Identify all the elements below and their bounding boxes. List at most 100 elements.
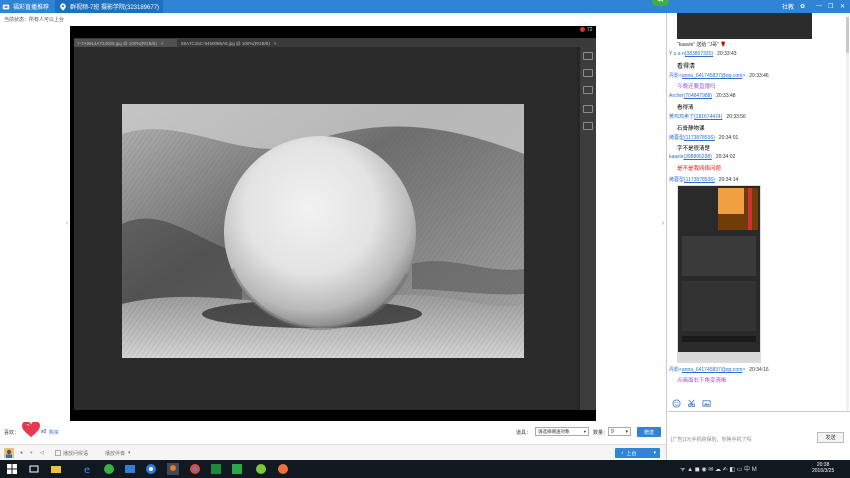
chat-screenshot-image[interactable] <box>677 185 761 363</box>
status-notice: 当前状态：所有人可以上台 <box>4 17 65 23</box>
ps-tab-close-icon[interactable]: × <box>274 41 277 46</box>
quantity-label: 数量： <box>593 430 609 436</box>
ps-brush-icon[interactable] <box>583 86 593 94</box>
tray-icons[interactable]: ᯤ ▲ ◼ ◉ ✉ ☁ ✍ ◧ ▭ 中 M <box>680 464 757 473</box>
sender-name[interactable]: 丹影< <box>669 73 682 79</box>
record-dot-icon <box>580 27 585 33</box>
ps-doc-tab[interactable]: 69A7C15C-9450086A9.jpg @ 100%(RGB/8) × <box>178 39 296 47</box>
minimize-icon[interactable]: — <box>816 1 822 11</box>
chat-message-meta: 黄鸡鸡卖了(181674474) 20:33:56 <box>669 113 746 120</box>
ps-properties-icon[interactable] <box>583 122 593 130</box>
give-gift-button[interactable]: 赠送 <box>637 427 661 437</box>
chat-scrollbar[interactable] <box>846 17 849 415</box>
send-button[interactable]: 发送 <box>817 432 844 443</box>
avatar[interactable] <box>4 448 14 458</box>
sender-id[interactable]: (704847988) <box>684 93 712 99</box>
sketch-image <box>122 104 524 358</box>
task-view-icon[interactable] <box>28 463 40 475</box>
buy-link[interactable]: 购买 <box>49 429 59 436</box>
chat-toolbar <box>667 397 850 411</box>
chat-message-meta: kaavie(398806298) 20:34:02 <box>669 154 735 160</box>
like-count: x0 <box>41 429 47 435</box>
chevron-down-icon: ▾ <box>128 450 131 456</box>
photos-icon[interactable] <box>124 463 136 475</box>
qq-group-video-icon[interactable] <box>167 463 179 475</box>
restore-icon[interactable]: ❐ <box>828 1 833 11</box>
emoji-icon[interactable] <box>672 399 681 408</box>
play-greeting-button[interactable]: 播放问候语 <box>55 448 88 458</box>
system-clock[interactable]: 20:38 2016/3/25 <box>812 462 834 474</box>
app-orange-icon[interactable] <box>277 463 289 475</box>
tab2-label: 群视频-7班 摄影学院(323189677) <box>70 5 160 11</box>
app-lime-icon[interactable] <box>255 463 267 475</box>
chat-message-meta: 烤蓉型(1173878536) 20:34:01 <box>669 134 738 141</box>
play-accompaniment-button[interactable]: 播放伴奏 ▾ <box>105 448 131 458</box>
chat-message-meta: Archer(704847988) 20:33:48 <box>669 93 736 99</box>
gift-target-value: 请选择赠送对象 <box>538 428 570 434</box>
ps-doc-tab-active[interactable]: 7-7A9814A724029.jpg @ 100%(RGB/8) × <box>74 39 177 47</box>
message-time: 20:34:01 <box>718 135 739 141</box>
notification-badge[interactable]: 44 <box>652 0 669 6</box>
play-accompaniment-label: 播放伴奏 <box>105 450 126 457</box>
sender-id[interactable]: (181674474) <box>694 114 722 120</box>
file-explorer-icon[interactable] <box>50 463 62 475</box>
go-on-stage-button[interactable]: ♪ 上台 ▾ <box>615 448 660 458</box>
browser-blue-icon[interactable] <box>145 463 157 475</box>
sender-name[interactable]: 丹影< <box>669 367 682 373</box>
spreadsheet-icon[interactable] <box>231 463 243 475</box>
gift-target-select[interactable]: 请选择赠送对象 ▾ <box>535 427 589 436</box>
edge-browser-icon[interactable]: e <box>82 463 94 475</box>
sender-name[interactable]: 烤蓉型 <box>669 135 684 141</box>
sender-id[interactable]: (1173878536) <box>684 177 715 183</box>
dropdown-icon[interactable]: ▾ <box>30 448 33 458</box>
excel-icon[interactable] <box>210 463 222 475</box>
sender-name[interactable]: kaavie <box>669 154 683 160</box>
chat-message-text: 字不是很清楚 <box>677 146 711 152</box>
sender-name[interactable]: 烤蓉型 <box>669 177 684 183</box>
sender-id[interactable]: (398806298) <box>683 154 711 160</box>
mic-icon[interactable]: ● <box>20 448 23 458</box>
chrome-icon[interactable] <box>189 463 201 475</box>
ps-history-icon[interactable] <box>583 52 593 60</box>
chat-message-text: 是不是我网络问题 <box>677 166 722 172</box>
chat-scrollbar-thumb[interactable] <box>846 17 849 53</box>
scissors-icon[interactable] <box>687 399 696 408</box>
message-time: 20:33:48 <box>716 93 736 99</box>
flower-icon: 🌹 <box>720 42 727 48</box>
app-green-icon[interactable] <box>103 463 115 475</box>
sender-name[interactable]: 黄鸡鸡卖了 <box>669 114 694 120</box>
gift-notice-text: "kaavie" 送给 "J哥" <box>677 42 719 48</box>
sender-email[interactable]: anna_641745837@qq.com <box>682 73 742 79</box>
windows-taskbar: e ᯤ ▲ ◼ ◉ ✉ ☁ ✍ ◧ ▭ 中 M <box>0 460 850 478</box>
chat-input[interactable]: [广告]1元手机购保险，你换手机了吗 发送 <box>667 411 850 460</box>
windows-start-icon[interactable] <box>6 463 18 475</box>
tab-live-recommend[interactable]: 福彩直播推荐 <box>2 0 54 13</box>
like-label: 喜欢： <box>4 430 20 436</box>
ps-tab1-label: 7-7A9814A724029.jpg @ 100%(RGB/8) <box>77 40 157 46</box>
chat-message-meta: Y u a n(383807320) 20:33:43 <box>669 51 737 57</box>
message-time: 20:33:56 <box>726 114 746 120</box>
social-button[interactable]: 社教 <box>782 1 794 11</box>
speaker-icon[interactable]: ◁ <box>40 448 44 458</box>
sender-id[interactable]: (1173878536) <box>684 135 715 141</box>
ps-tab-close-icon[interactable]: × <box>161 41 164 46</box>
message-time: 20:34:02 <box>715 154 736 160</box>
title-bar: 福彩直播推荐 群视频-7班 摄影学院(323189677) 44 社教 ✿ — … <box>0 0 850 13</box>
settings-icon[interactable]: ✿ <box>800 1 805 11</box>
message-time: 20:33:46 <box>749 73 769 79</box>
image-icon[interactable] <box>702 399 711 408</box>
chat-message-text: 石膏静物课 <box>677 126 705 132</box>
heart-icon[interactable] <box>22 422 40 438</box>
quantity-select[interactable]: 9 ▾ <box>608 427 631 436</box>
recording-indicator: 72 <box>580 27 593 33</box>
chat-image-message[interactable] <box>677 13 812 39</box>
sender-name[interactable]: Y u a n <box>669 51 685 57</box>
sender-id[interactable]: (383807320) <box>685 51 713 57</box>
svg-text:e: e <box>84 465 90 475</box>
tab-group-video[interactable]: 群视频-7班 摄影学院(323189677) <box>55 0 163 13</box>
sender-email[interactable]: anna_641745837@qq.com <box>682 367 742 373</box>
close-icon[interactable]: ✕ <box>840 1 845 11</box>
ps-adjust-icon[interactable] <box>583 69 593 77</box>
ps-tool-icon[interactable] <box>583 105 593 113</box>
sender-name[interactable]: Archer <box>669 93 684 99</box>
